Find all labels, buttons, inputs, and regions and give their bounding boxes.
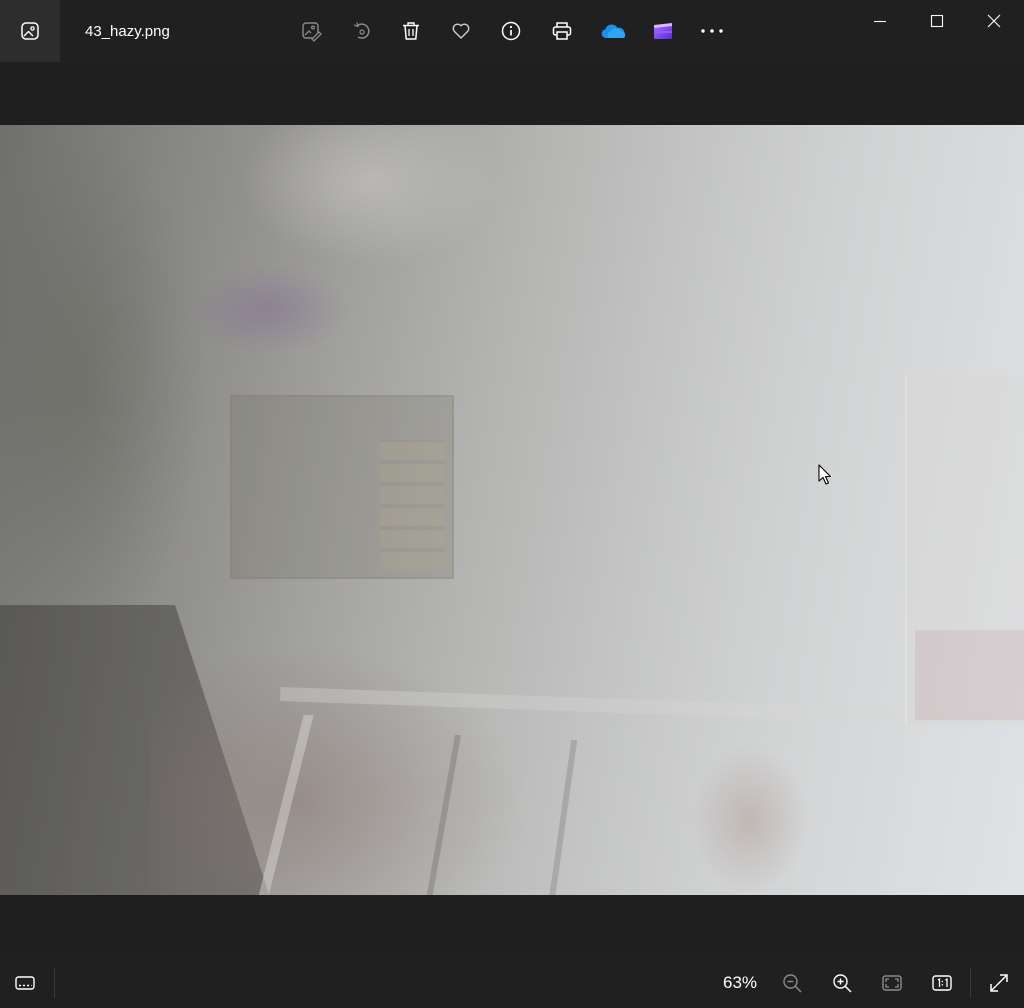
minimize-icon: [873, 14, 887, 28]
bottom-divider-left: [54, 968, 55, 998]
zoom-out-icon: [781, 972, 803, 994]
rotate-icon: [351, 20, 373, 42]
bottom-divider-right: [970, 968, 971, 998]
maximize-icon: [930, 14, 944, 28]
file-info-button[interactable]: [496, 16, 526, 46]
file-name-title: 43_hazy.png: [85, 23, 170, 40]
zoom-in-button[interactable]: [827, 968, 857, 998]
app-icon-button[interactable]: [0, 0, 60, 62]
delete-button[interactable]: [396, 16, 426, 46]
more-options-button[interactable]: [697, 16, 727, 46]
full-screen-button[interactable]: [984, 968, 1014, 998]
actual-size-button[interactable]: [927, 968, 957, 998]
photos-app-window: 43_hazy.png 63%: [0, 0, 1024, 1008]
close-icon: [987, 14, 1001, 28]
trash-icon: [400, 20, 422, 42]
more-icon: [699, 20, 725, 42]
expand-icon: [988, 972, 1010, 994]
favorite-button[interactable]: [446, 16, 476, 46]
info-icon: [500, 20, 522, 42]
fit-to-window-icon: [881, 972, 903, 994]
print-button[interactable]: [547, 16, 577, 46]
title-bar: 43_hazy.png: [0, 0, 1024, 62]
cloud-icon: [600, 20, 626, 42]
minimize-button[interactable]: [857, 6, 903, 36]
bottom-bar: 63%: [0, 957, 1024, 1008]
actual-size-icon: [931, 972, 953, 994]
onedrive-button[interactable]: [598, 16, 628, 46]
mouse-cursor-icon: [818, 464, 832, 486]
zoom-level-text: 63%: [722, 973, 758, 992]
rotate-button[interactable]: [347, 16, 377, 46]
filmstrip-button[interactable]: [10, 968, 40, 998]
photos-app-icon: [20, 21, 40, 41]
clipchamp-button[interactable]: [648, 16, 678, 46]
clipchamp-icon: [652, 20, 674, 42]
zoom-out-button[interactable]: [777, 968, 807, 998]
photo-haze-overlay: [0, 125, 1024, 895]
printer-icon: [551, 20, 573, 42]
edit-image-icon: [300, 20, 322, 42]
zoom-in-icon: [831, 972, 853, 994]
close-button[interactable]: [971, 6, 1017, 36]
maximize-button[interactable]: [914, 6, 960, 36]
heart-icon: [450, 20, 472, 42]
filmstrip-icon: [14, 972, 36, 994]
fit-to-window-button[interactable]: [877, 968, 907, 998]
edit-image-button[interactable]: [296, 16, 326, 46]
hazy-photo[interactable]: [0, 125, 1024, 895]
